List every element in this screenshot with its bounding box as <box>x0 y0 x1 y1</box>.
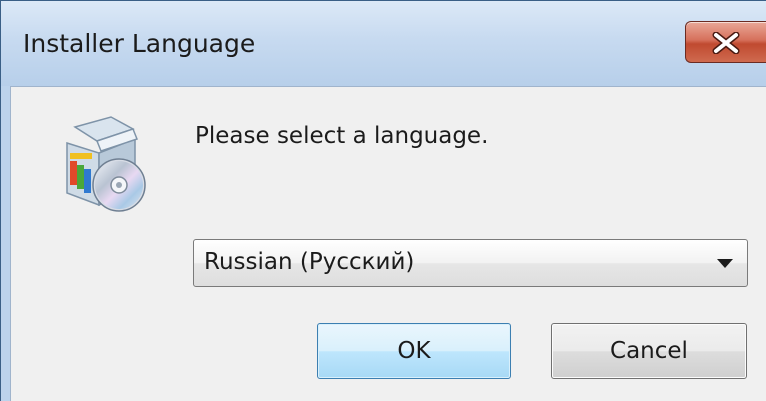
prompt-label: Please select a language. <box>195 123 489 149</box>
language-dropdown[interactable]: Russian (Русский) <box>193 239 748 287</box>
dialog-body: Please select a language. Russian (Русск… <box>10 86 766 401</box>
dropdown-arrow-icon[interactable] <box>717 259 733 268</box>
title-bar[interactable]: Installer Language <box>1 1 766 86</box>
cancel-button[interactable]: Cancel <box>551 323 747 379</box>
window-title: Installer Language <box>23 29 256 58</box>
language-dropdown-value: Russian (Русский) <box>204 249 415 275</box>
installer-language-window: Installer Language Please select a langu… <box>0 0 766 401</box>
close-button[interactable] <box>685 21 766 63</box>
installer-box-cd-icon <box>66 116 146 212</box>
ok-button[interactable]: OK <box>317 323 511 379</box>
close-icon <box>712 32 740 54</box>
